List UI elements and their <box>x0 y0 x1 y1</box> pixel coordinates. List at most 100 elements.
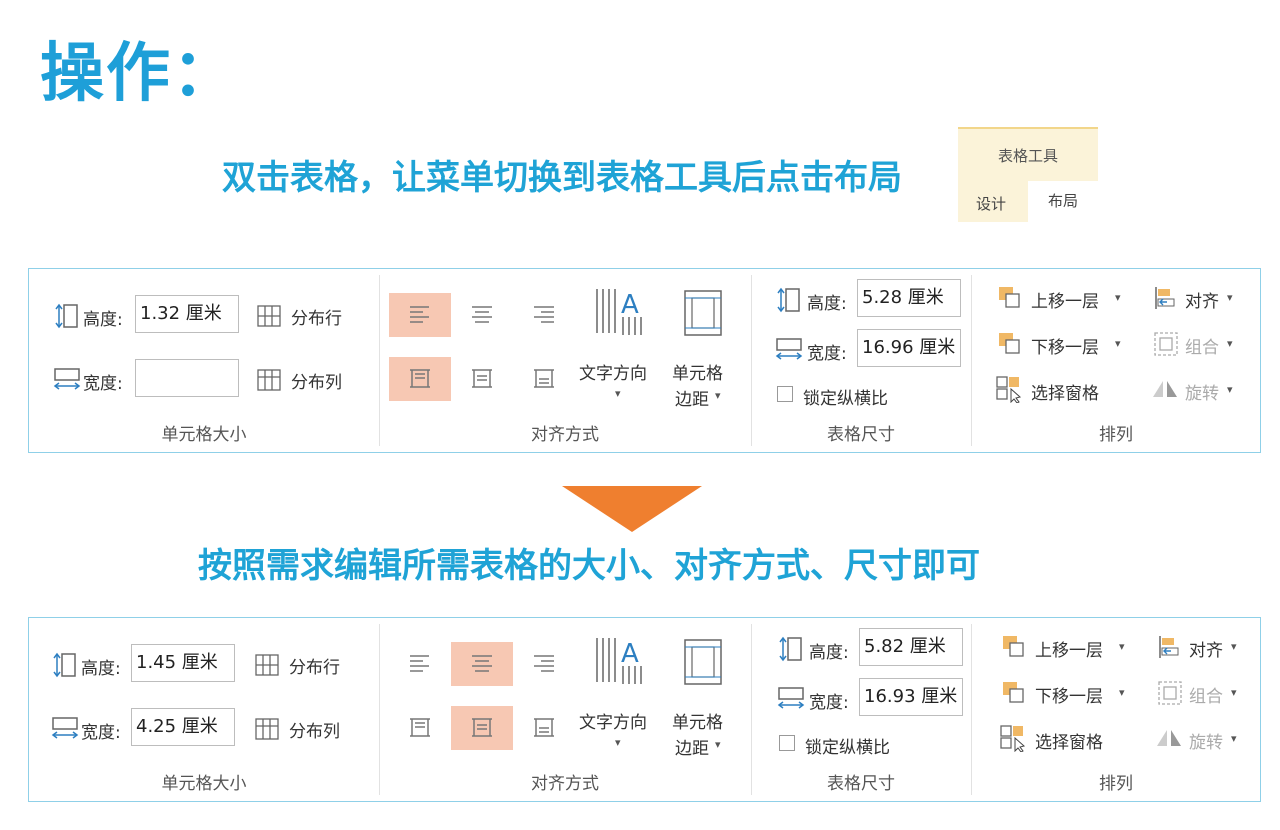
column-width-icon <box>51 717 79 739</box>
group-label: 排列 <box>1099 774 1133 794</box>
group-objects-button[interactable]: 组合 <box>1189 682 1223 707</box>
cell-width-input[interactable] <box>135 359 239 397</box>
lock-aspect-ratio-checkbox[interactable] <box>779 735 795 751</box>
table-size-group: 高度: 5.82 厘米 宽度: 16.93 厘米 锁定纵横比 表格尺寸 <box>751 618 971 801</box>
cell-margins-icon <box>684 639 722 685</box>
distribute-columns-icon <box>257 369 281 391</box>
table-height-input[interactable]: 5.82 厘米 <box>859 628 963 666</box>
distribute-rows-button[interactable]: 分布行 <box>289 653 340 678</box>
cell-margins-button[interactable]: 单元格 <box>672 708 723 733</box>
table-width-input[interactable]: 16.93 厘米 <box>859 678 963 716</box>
group-objects-icon <box>1158 681 1182 705</box>
text-direction-button[interactable]: 文字方向 <box>579 708 647 733</box>
cell-height-label: 高度: <box>81 659 121 679</box>
align-right-icon <box>534 655 554 672</box>
align-vertical-bottom-button[interactable] <box>513 357 575 401</box>
table-width-label: 宽度: <box>809 693 849 713</box>
table-size-group: 高度: 5.28 厘米 宽度: 16.96 厘米 锁定纵横比 表格尺寸 <box>751 269 971 452</box>
cell-margins-label-2: 边距 <box>675 739 709 759</box>
column-width-icon <box>53 368 81 390</box>
distribute-columns-button[interactable]: 分布列 <box>291 368 342 393</box>
align-top-right-button[interactable] <box>513 293 575 337</box>
cell-width-label: 宽度: <box>81 723 121 743</box>
selection-pane-button[interactable]: 选择窗格 <box>1035 728 1103 753</box>
align-top-center-button[interactable] <box>451 293 513 337</box>
align-vertical-top-button[interactable] <box>389 357 451 401</box>
cell-margins-icon <box>684 290 722 336</box>
distribute-rows-icon <box>255 654 279 676</box>
table-tools-title: 表格工具 <box>997 147 1058 165</box>
align-top-left-button[interactable] <box>389 642 451 686</box>
cell-width-label: 宽度: <box>83 374 123 394</box>
bring-forward-button[interactable]: 上移一层 <box>1031 287 1099 312</box>
distribute-columns-icon <box>255 718 279 740</box>
svg-text:A: A <box>621 290 639 320</box>
align-top-center-button[interactable] <box>451 642 513 686</box>
cell-height-input[interactable]: 1.45 厘米 <box>131 644 235 682</box>
group-objects-button[interactable]: 组合 <box>1185 333 1219 358</box>
send-backward-button[interactable]: 下移一层 <box>1035 682 1103 707</box>
table-height-label: 高度: <box>807 294 847 314</box>
dropdown-caret-icon: ▾ <box>1119 686 1125 699</box>
align-objects-icon <box>1155 287 1175 309</box>
bring-forward-icon <box>1003 636 1024 657</box>
tab-layout[interactable]: 布局 <box>1028 181 1098 222</box>
lock-aspect-ratio-checkbox[interactable] <box>777 386 793 402</box>
alignment-group: A 文字方向 ▾ 单元格 边距 ▾ 对齐方式 <box>379 269 751 452</box>
align-vertical-middle-button[interactable] <box>451 706 513 750</box>
dropdown-caret-icon: ▾ <box>1231 640 1237 653</box>
table-height-input[interactable]: 5.28 厘米 <box>857 279 961 317</box>
align-left-icon <box>410 655 429 672</box>
selection-pane-button[interactable]: 选择窗格 <box>1031 379 1099 404</box>
align-vertical-top-button[interactable] <box>389 706 451 750</box>
instruction-step-1: 双击表格，让菜单切换到表格工具后点击布局 <box>222 158 902 198</box>
align-vertical-middle-button[interactable] <box>451 357 513 401</box>
align-top-right-button[interactable] <box>513 642 575 686</box>
align-bottom-icon <box>534 369 554 388</box>
distribute-rows-button[interactable]: 分布行 <box>291 304 342 329</box>
cell-margins-label-2: 边距 <box>675 390 709 410</box>
group-label: 排列 <box>1099 425 1133 445</box>
dropdown-caret-icon: ▾ <box>1231 732 1237 745</box>
page-heading: 操作： <box>40 37 238 111</box>
lock-aspect-ratio-label: 锁定纵横比 <box>805 738 890 758</box>
arrange-group: 上移一层 ▾ 下移一层 ▾ 选择窗格 对齐 ▾ 组合 ▾ 旋转 ▾ 排列 <box>971 269 1261 452</box>
align-objects-button[interactable]: 对齐 <box>1189 636 1223 661</box>
dropdown-caret-icon: ▾ <box>1115 337 1121 350</box>
group-label: 表格尺寸 <box>827 425 895 445</box>
table-height-icon <box>779 636 802 662</box>
bring-forward-icon <box>999 287 1020 308</box>
dropdown-caret-icon: ▾ <box>1227 383 1233 396</box>
table-width-label: 宽度: <box>807 344 847 364</box>
bring-forward-button[interactable]: 上移一层 <box>1035 636 1103 661</box>
align-top-left-button[interactable] <box>389 293 451 337</box>
rotate-icon <box>1157 730 1181 746</box>
align-center-icon <box>472 306 492 323</box>
align-objects-button[interactable]: 对齐 <box>1185 287 1219 312</box>
table-width-input[interactable]: 16.96 厘米 <box>857 329 961 367</box>
rotate-button[interactable]: 旋转 <box>1189 728 1223 753</box>
cell-height-input[interactable]: 1.32 厘米 <box>135 295 239 333</box>
group-label: 对齐方式 <box>531 425 599 445</box>
align-top-icon <box>410 369 430 388</box>
align-middle-icon <box>472 369 492 388</box>
send-backward-button[interactable]: 下移一层 <box>1031 333 1099 358</box>
dropdown-caret-icon: ▾ <box>615 736 621 749</box>
distribute-columns-button[interactable]: 分布列 <box>289 717 340 742</box>
text-direction-button[interactable]: 文字方向 <box>579 359 647 384</box>
dropdown-caret-icon: ▾ <box>1227 291 1233 304</box>
cell-height-label: 高度: <box>83 310 123 330</box>
group-objects-icon <box>1154 332 1178 356</box>
align-vertical-bottom-button[interactable] <box>513 706 575 750</box>
text-direction-icon: A <box>596 638 642 684</box>
send-backward-icon <box>1003 682 1024 703</box>
table-width-icon <box>777 687 805 709</box>
dropdown-caret-icon: ▾ <box>1115 291 1121 304</box>
dropdown-caret-icon: ▾ <box>1119 640 1125 653</box>
cell-width-input[interactable]: 4.25 厘米 <box>131 708 235 746</box>
tab-design[interactable]: 设计 <box>976 193 1006 214</box>
text-direction-icon: A <box>596 289 642 335</box>
cell-margins-button[interactable]: 单元格 <box>672 359 723 384</box>
rotate-icon <box>1153 381 1177 397</box>
rotate-button[interactable]: 旋转 <box>1185 379 1219 404</box>
